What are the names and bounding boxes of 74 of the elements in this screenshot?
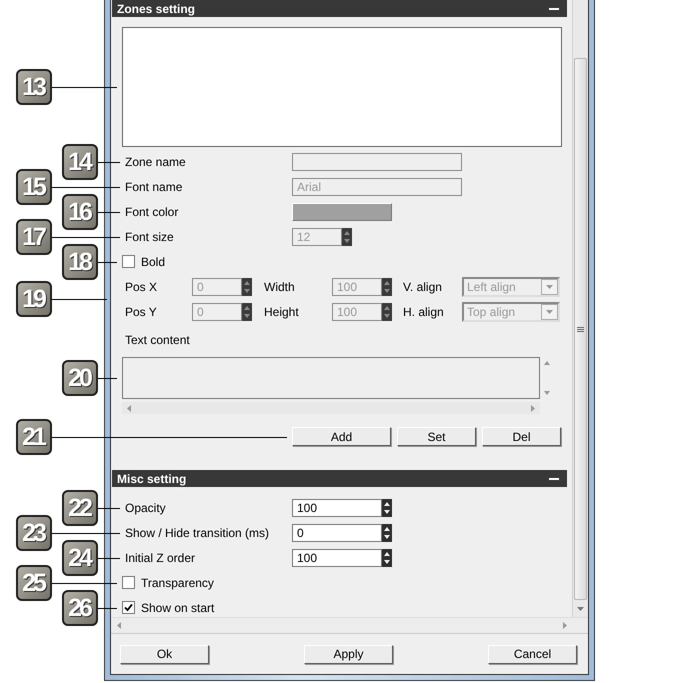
callout-badge: 18: [62, 244, 98, 280]
leader-line: [98, 608, 117, 609]
leader-line: [52, 187, 120, 188]
horizontal-scrollbar[interactable]: [122, 402, 540, 414]
checkbox[interactable]: [122, 601, 135, 614]
field-label: Opacity: [125, 500, 167, 514]
spin-arrows-icon[interactable]: [382, 548, 392, 566]
leader-line: [98, 162, 120, 163]
zone-list[interactable]: [122, 27, 562, 147]
right-arrow-icon[interactable]: [530, 404, 536, 412]
spin-arrows-icon[interactable]: [382, 524, 392, 542]
callout-badge: 19: [16, 281, 52, 317]
leader-line: [52, 87, 117, 88]
down-arrow-icon[interactable]: [575, 606, 586, 612]
field-label: V. align: [403, 280, 443, 294]
checkbox[interactable]: [122, 576, 135, 589]
checkbox-label: Show on start: [141, 600, 214, 614]
right-arrow-icon[interactable]: [562, 621, 568, 630]
callout-badge: 21: [16, 419, 52, 455]
leader-line: [52, 237, 120, 238]
section-header[interactable]: Misc setting: [112, 470, 567, 487]
field-label: Pos X: [125, 280, 158, 294]
left-arrow-icon[interactable]: [116, 621, 122, 630]
field-label: Font name: [125, 180, 184, 194]
action-button[interactable]: Set: [397, 427, 476, 446]
leader-line: [98, 212, 120, 213]
minimize-icon[interactable]: [549, 8, 559, 10]
callout-badge: 26: [62, 590, 98, 626]
section-title: Zones setting: [117, 2, 196, 16]
minimize-icon[interactable]: [549, 478, 559, 480]
field-label: H. align: [403, 304, 445, 318]
field-label: Height: [264, 304, 300, 318]
action-button[interactable]: Del: [482, 427, 561, 446]
leader-line: [98, 378, 117, 379]
dialog-button[interactable]: Apply: [304, 644, 393, 664]
field-label: Initial Z order: [125, 550, 196, 564]
leader-line: [98, 558, 120, 559]
field-label: Pos Y: [125, 304, 158, 318]
text-area[interactable]: [122, 357, 540, 399]
callout-badge: 16: [62, 194, 98, 230]
checkbox-label: Bold: [141, 254, 166, 268]
callout-badge: 23: [16, 515, 52, 551]
callout-badge: 22: [62, 490, 98, 526]
field-label: Width: [264, 280, 296, 294]
field-label: Zone name: [125, 154, 187, 168]
section-header[interactable]: Zones setting: [112, 0, 567, 17]
leader-line: [98, 508, 120, 509]
field-label: Show / Hide transition (ms): [125, 526, 270, 540]
checkbox-label: Transparency: [141, 576, 214, 590]
dialog-button[interactable]: Cancel: [488, 644, 577, 664]
horizontal-scrollbar[interactable]: [111, 617, 588, 634]
scroll-thumb[interactable]: [574, 58, 587, 600]
callout-badge: 17: [16, 219, 52, 255]
leader-line: [98, 262, 117, 263]
action-button[interactable]: Add: [292, 427, 391, 446]
callout-badge: 24: [62, 540, 98, 576]
field-label: Text content: [125, 333, 190, 347]
vertical-scrollbar[interactable]: [572, 0, 588, 617]
grip-icon: [577, 326, 584, 332]
field-label: Font size: [125, 230, 175, 244]
leader-line: [52, 533, 120, 534]
section-title: Misc setting: [117, 472, 186, 486]
field-label: Font color: [125, 204, 180, 218]
dialog-button[interactable]: Ok: [120, 644, 209, 664]
leader-line: [52, 299, 107, 300]
left-arrow-icon[interactable]: [126, 404, 132, 412]
callout-badge: 25: [16, 565, 52, 601]
spin-arrows-icon[interactable]: [382, 498, 392, 516]
callout-badge: 20: [62, 360, 98, 396]
checkbox[interactable]: [122, 255, 135, 268]
leader-line: [52, 583, 117, 584]
callout-badge: 15: [16, 169, 52, 205]
callout-badge: 14: [62, 144, 98, 180]
callout-badge: 13: [16, 69, 52, 105]
